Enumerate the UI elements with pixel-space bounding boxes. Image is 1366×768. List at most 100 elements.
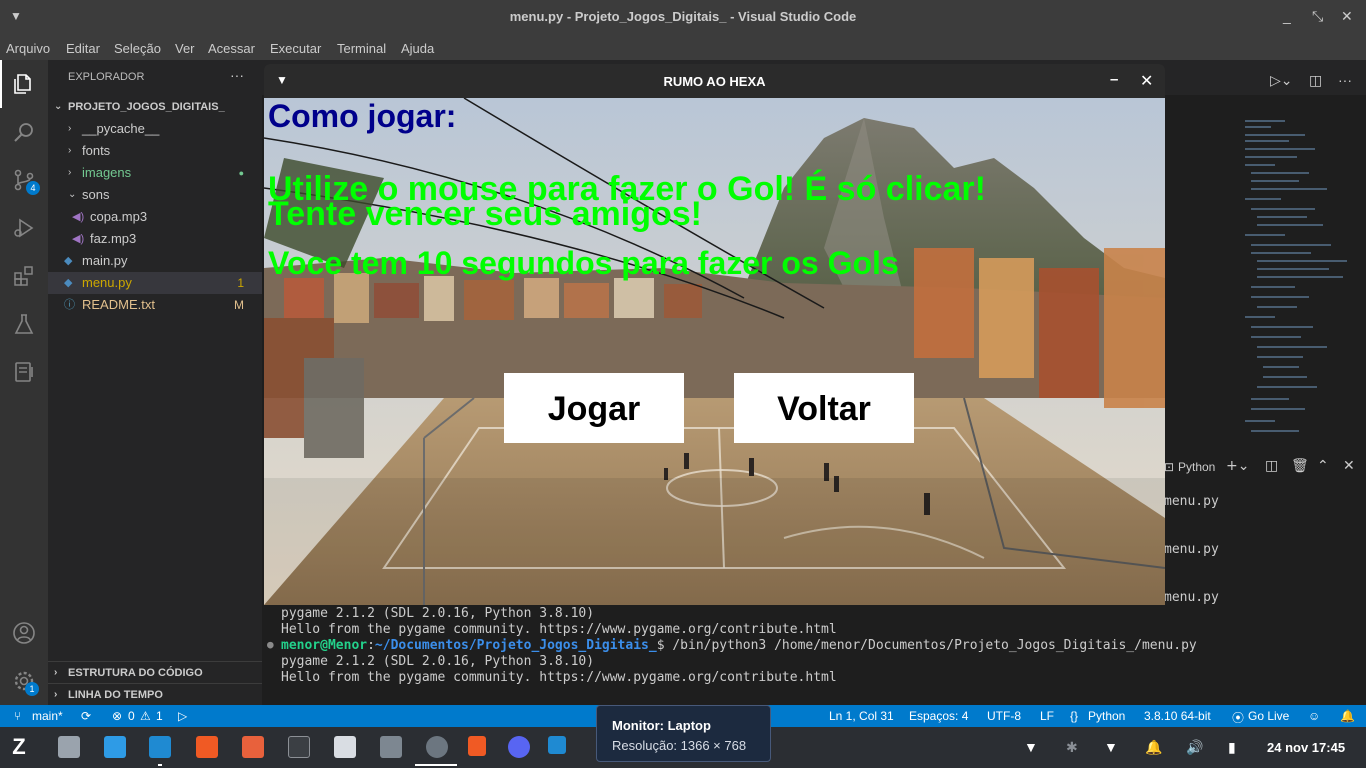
tree-item-menu-py[interactable]: ◆ menu.py 1 [48,272,262,294]
indentation[interactable]: Espaços: 4 [909,709,968,723]
minimap[interactable] [1243,118,1353,448]
menu-editar[interactable]: Editar [66,41,100,56]
tree-item-main-py[interactable]: ◆ main.py [48,250,262,272]
extensions-icon[interactable] [12,264,36,288]
broadcast-icon[interactable]: ⦿ [1232,709,1244,726]
menu-selecao[interactable]: Seleção [114,41,161,56]
terminal-list-item[interactable]: menu.py [1164,542,1219,557]
terminal-list-item[interactable]: menu.py [1164,590,1219,605]
battery-icon[interactable]: ▮ [1228,739,1236,756]
game-scene[interactable]: Como jogar: Utilize o mouse para fazer o… [264,98,1165,605]
errors-icon[interactable]: ⊗ [112,709,122,723]
end-of-line[interactable]: LF [1040,709,1054,723]
python-file-icon: ◆ [64,277,73,289]
tree-item-pycache[interactable]: › __pycache__ [48,118,262,140]
tree-item-copa-mp3[interactable]: ◀) copa.mp3 [48,206,262,228]
back-button[interactable]: Voltar [734,373,914,443]
errors-count[interactable]: 0 [128,709,135,723]
volume-icon[interactable]: 🔊 [1186,739,1203,756]
game-window-title: RUMO AO HEXA [663,74,766,89]
split-terminal-icon[interactable]: ◫ [1265,458,1278,474]
monitor-resolution: Resolução: 1366 × 768 [612,738,747,753]
tree-item-sons[interactable]: ⌄ sons [48,184,262,206]
wifi-signal-icon[interactable]: ▼ [1104,739,1118,755]
menu-acessar[interactable]: Acessar [208,41,255,56]
bluetooth-icon[interactable]: ✱ [1066,739,1078,756]
notifications-icon[interactable]: 🔔 [1145,739,1162,756]
terminal-shell-icon[interactable]: ⊡ [1164,460,1174,474]
notifications-bell-icon[interactable]: 🔔 [1340,709,1355,723]
restore-icon[interactable]: ⤡ [1312,8,1323,25]
problem-count: 1 [237,276,244,290]
maximize-panel-icon[interactable]: ⌃ [1317,458,1329,474]
play-button[interactable]: Jogar [504,373,684,443]
monitor-name: Monitor: Laptop [612,718,711,733]
zorin-menu-icon[interactable]: Z [8,736,30,758]
screenshot-app-icon[interactable] [380,736,402,758]
terminal-shell-label[interactable]: Python [1178,460,1215,474]
explorer-icon[interactable] [12,72,36,96]
cursor-position[interactable]: Ln 1, Col 31 [829,709,894,723]
clock[interactable]: 24 nov 17:45 [1267,740,1345,755]
discord-icon[interactable] [508,736,530,758]
brave-browser-icon[interactable] [196,736,218,758]
vscode-window-icon[interactable] [548,736,566,754]
settings-badge: 1 [25,682,39,696]
explorer-sidebar: EXPLORADOR ··· ⌄ PROJETO_JOGOS_DIGITAIS_… [48,60,262,705]
network-wifi-icon[interactable]: ▼ [1024,739,1038,755]
trash-icon[interactable]: 🗑 [1291,458,1309,474]
accounts-icon[interactable] [12,621,36,645]
remote-explorer-icon[interactable] [12,360,36,384]
minimize-icon[interactable]: – [1110,71,1118,88]
tree-item-imagens[interactable]: › imagens ● [48,162,262,184]
close-icon[interactable]: ✕ [1140,71,1153,91]
warnings-count[interactable]: 1 [156,709,163,723]
more-actions-icon[interactable]: ··· [1338,72,1352,88]
python-file-icon: ◆ [64,255,73,267]
brave-window-icon[interactable] [468,736,486,756]
search-icon[interactable] [12,120,36,144]
go-live[interactable]: Go Live [1248,709,1289,723]
close-icon[interactable]: ✕ [1341,8,1353,25]
menu-executar[interactable]: Executar [270,41,321,56]
terminal-app-icon[interactable] [288,736,310,758]
run-debug-status-icon[interactable]: ▷ [178,709,187,723]
run-play-icon[interactable]: ▷⌄ [1270,72,1293,89]
terminal-list-item[interactable]: menu.py [1164,494,1219,509]
split-editor-icon[interactable]: ◫ [1309,72,1322,89]
menu-terminal[interactable]: Terminal [337,41,386,56]
text-editor-icon[interactable] [334,736,356,758]
language-braces-icon[interactable]: {} [1070,709,1078,723]
chevron-down-icon: ⌄ [54,101,63,112]
branch-icon[interactable]: ⑂ [14,709,21,723]
testing-flask-icon[interactable] [12,312,36,336]
menu-ajuda[interactable]: Ajuda [401,41,434,56]
tree-item-fonts[interactable]: › fonts [48,140,262,162]
files-icon[interactable] [58,736,80,758]
timeline-section[interactable]: › LINHA DO TEMPO [48,683,262,705]
run-debug-icon[interactable] [12,216,36,240]
vscode-taskbar-icon[interactable] [149,736,171,758]
document-viewer-icon[interactable] [242,736,264,758]
tree-item-faz-mp3[interactable]: ◀) faz.mp3 [48,228,262,250]
project-folder[interactable]: ⌄ PROJETO_JOGOS_DIGITAIS_ [48,96,262,118]
software-store-icon[interactable] [104,736,126,758]
encoding[interactable]: UTF-8 [987,709,1021,723]
git-modified-badge: M [234,298,244,312]
explorer-more-button[interactable]: ··· [230,67,244,83]
menu-ver[interactable]: Ver [175,41,195,56]
command-decoration-icon: ● [267,638,274,651]
python-interpreter[interactable]: 3.8.10 64-bit [1144,709,1211,723]
new-terminal-icon[interactable]: +⌄ [1226,458,1249,474]
settings-app-icon[interactable] [426,736,448,758]
tree-item-readme[interactable]: ⓘ README.txt M [48,294,262,316]
minimize-icon[interactable]: _ [1283,8,1291,24]
outline-section[interactable]: › ESTRUTURA DO CÓDIGO [48,661,262,683]
menu-arquivo[interactable]: Arquivo [6,41,50,56]
sync-icon[interactable]: ⟳ [81,709,91,723]
branch-name[interactable]: main* [32,709,63,723]
warnings-icon[interactable]: ⚠ [140,709,151,723]
language-mode[interactable]: Python [1088,709,1125,723]
feedback-icon[interactable]: ☺ [1308,709,1320,723]
close-panel-icon[interactable]: ✕ [1343,458,1355,474]
